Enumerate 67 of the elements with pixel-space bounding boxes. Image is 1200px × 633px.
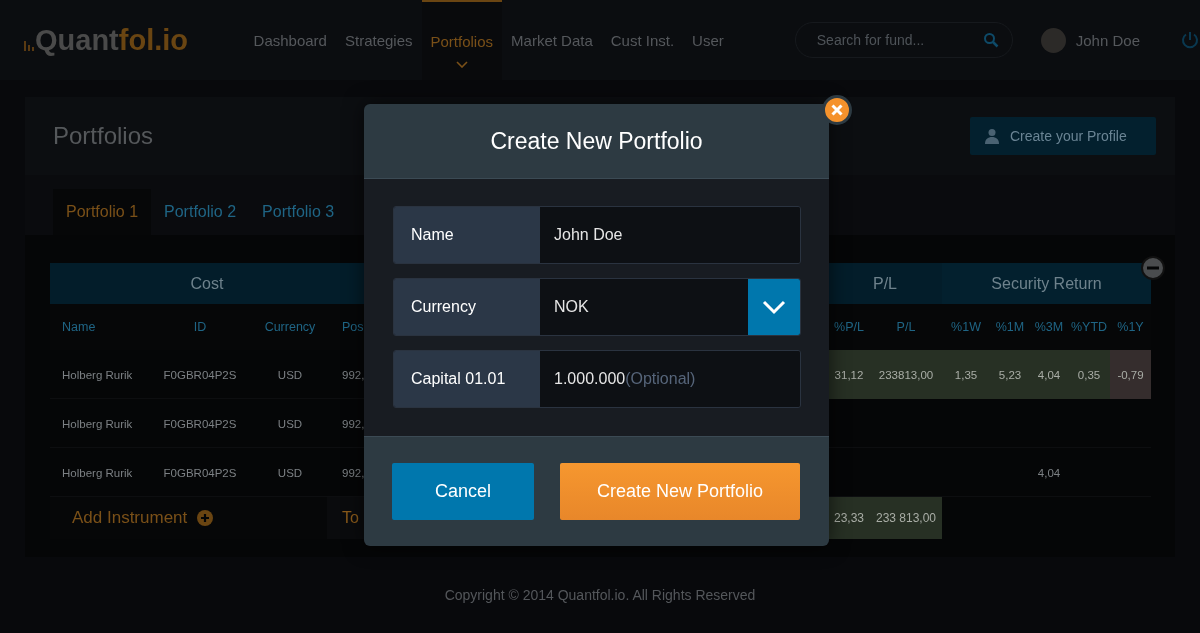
table-cell: 31,12: [828, 350, 870, 399]
table-cell-text: USD: [276, 465, 304, 481]
group-header: Cost: [189, 273, 225, 294]
nav-link[interactable]: Portfolios: [421, 0, 503, 80]
table-cell-text: 992,: [341, 367, 364, 383]
search-icon[interactable]: [982, 32, 999, 48]
nav-link[interactable]: Strategies: [335, 0, 422, 80]
column-header: %1W: [950, 319, 982, 336]
power-icon[interactable]: [1180, 30, 1200, 50]
nav-link[interactable]: Dashboard: [244, 0, 336, 80]
column-header: ID: [192, 319, 208, 336]
close-icon[interactable]: [822, 95, 852, 125]
dialog-title: Create New Portfolio: [490, 127, 703, 155]
table-cell-text: Holberg Rurik: [61, 465, 134, 481]
portfolio-tab[interactable]: Portfolio 3: [249, 189, 348, 235]
cancel-button[interactable]: Cancel: [392, 463, 534, 520]
table-cell: 4,04: [1030, 350, 1068, 399]
create-profile-button[interactable]: Create your Profile: [970, 117, 1156, 155]
table-cell: 1,35: [942, 350, 990, 399]
table-cell: -0,79: [1110, 350, 1151, 399]
total-label: To: [342, 509, 359, 527]
column-header: %1Y: [1116, 319, 1145, 336]
user-name[interactable]: John Doe: [1075, 31, 1140, 49]
dropdown-chevron-icon[interactable]: [748, 279, 800, 335]
table-cell-text: F0GBR04P2S: [162, 367, 238, 383]
page-title: Portfolios: [53, 122, 154, 150]
collapse-icon[interactable]: [1141, 256, 1165, 280]
table-cell-text: 992,: [341, 465, 364, 481]
table-cell-text: USD: [276, 416, 304, 432]
portfolio-tab[interactable]: Portfolio 2: [151, 189, 250, 235]
table-cell-text: F0GBR04P2S: [162, 465, 238, 481]
portfolio-tab[interactable]: Portfolio 1: [53, 189, 152, 235]
table-cell-text: USD: [276, 367, 304, 383]
total-cell: 23,33: [828, 497, 870, 539]
table-cell: 233813,00: [870, 350, 942, 399]
field-label: Currency: [394, 279, 540, 335]
nav-link[interactable]: Cust Inst.: [601, 0, 684, 80]
search-field[interactable]: Search for fund...: [794, 22, 1013, 58]
nav-link[interactable]: Market Data: [502, 0, 602, 80]
avatar[interactable]: [1040, 27, 1066, 53]
column-header: P/L: [895, 319, 917, 336]
nav-link[interactable]: User: [683, 0, 733, 80]
column-header: Pos: [341, 319, 364, 336]
column-header: Currency: [263, 319, 317, 336]
column-header: %P/L: [833, 319, 865, 336]
add-instrument-link[interactable]: Add Instrument: [72, 508, 188, 528]
group-header: P/L: [872, 273, 898, 294]
table-cell-text: 992,: [341, 416, 364, 432]
create-button[interactable]: Create New Portfolio: [560, 463, 800, 520]
table-cell-text: 4,04: [1036, 465, 1062, 481]
column-header: Name: [61, 319, 97, 336]
column-header: %1M: [994, 319, 1026, 336]
table-cell: 0,35: [1068, 350, 1110, 399]
copyright-text: Copyright © 2014 Quantfol.io. All Rights Reserved: [443, 587, 757, 603]
group-header: Security Return: [942, 263, 1151, 304]
currency-dropdown[interactable]: NOK: [540, 279, 800, 335]
table-cell: 5,23: [990, 350, 1030, 399]
table-cell-text: Holberg Rurik: [61, 367, 134, 383]
person-icon: [984, 128, 1000, 144]
table-cell-text: F0GBR04P2S: [162, 416, 238, 432]
logo[interactable]: Quantfol.io: [24, 23, 245, 57]
table-cell-text: Holberg Rurik: [61, 416, 134, 432]
plus-icon[interactable]: [197, 510, 214, 526]
column-header: %YTD: [1069, 319, 1109, 336]
column-header: %3M: [1033, 319, 1065, 336]
total-cell: 233 813,00: [870, 497, 942, 539]
chevron-icon: [455, 61, 468, 68]
